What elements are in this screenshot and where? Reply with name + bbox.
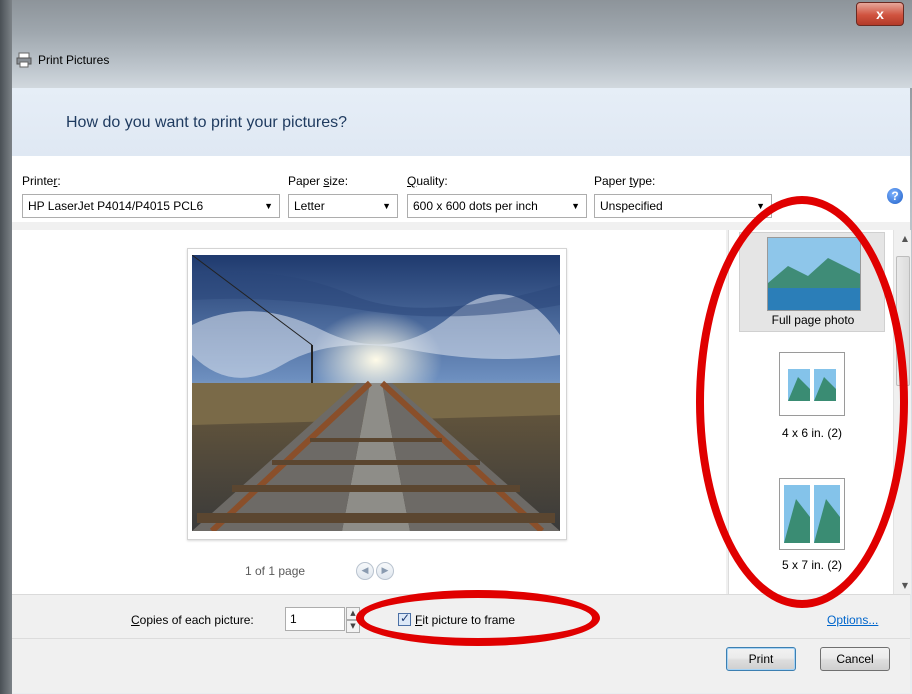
dropdown-arrow-icon: ▼ <box>264 201 273 211</box>
dialog-header: How do you want to print your pictures? <box>12 88 910 156</box>
paper-size-value: Letter <box>294 199 325 213</box>
paper-type-label: Paper type: <box>594 174 656 188</box>
layout-label: 4 x 6 in. (2) <box>781 426 843 440</box>
close-button[interactable]: x <box>856 2 904 26</box>
options-link[interactable]: Options... <box>827 613 878 627</box>
previous-page-button[interactable]: ◀ <box>356 562 374 580</box>
print-settings-bar: Printer: HP LaserJet P4014/P4015 PCL6 ▼ … <box>12 156 910 222</box>
printer-select[interactable]: HP LaserJet P4014/P4015 PCL6 ▼ <box>22 194 280 218</box>
scroll-down-icon[interactable]: ▼ <box>902 581 908 590</box>
copies-input[interactable]: 1 <box>285 607 345 631</box>
paper-size-label: Paper size: <box>288 174 349 188</box>
paper-type-select[interactable]: Unspecified ▼ <box>594 194 772 218</box>
print-button[interactable]: Print <box>726 647 796 671</box>
preview-page <box>187 248 567 540</box>
dropdown-arrow-icon: ▼ <box>382 201 391 211</box>
printer-icon <box>16 52 32 68</box>
layout-5x7[interactable]: 5 x 7 in. (2) <box>739 474 885 590</box>
printer-value: HP LaserJet P4014/P4015 PCL6 <box>28 199 204 213</box>
spinner-down-icon[interactable]: ▼ <box>346 620 360 633</box>
fit-to-frame-checkbox[interactable] <box>398 611 411 626</box>
close-icon: x <box>876 6 884 22</box>
layout-full-page-photo[interactable]: Full page photo <box>739 232 885 332</box>
paper-size-select[interactable]: Letter ▼ <box>288 194 398 218</box>
paper-type-value: Unspecified <box>600 199 663 213</box>
window-title: Print Pictures <box>38 53 110 67</box>
next-page-button[interactable]: ▶ <box>376 562 394 580</box>
layout-thumbnail <box>767 237 861 311</box>
copies-spinner[interactable]: ▲ ▼ <box>346 607 360 633</box>
quality-select[interactable]: 600 x 600 dots per inch ▼ <box>407 194 587 218</box>
title-bar: Print Pictures x <box>0 0 912 88</box>
next-page-icon: ▶ <box>381 566 389 576</box>
layout-scrollbar[interactable]: ▲ ▼ <box>893 230 911 594</box>
page-count: 1 of 1 page <box>245 564 306 578</box>
quality-value: 600 x 600 dots per inch <box>413 199 538 213</box>
previous-page-icon: ◀ <box>361 566 369 576</box>
help-icon[interactable]: ? <box>887 188 903 204</box>
printer-label: Printer: <box>22 174 61 188</box>
scroll-up-icon[interactable]: ▲ <box>902 234 908 243</box>
dialog-footer: Print Cancel <box>12 638 910 693</box>
scrollbar-thumb[interactable] <box>896 256 910 386</box>
layout-4x6[interactable]: 4 x 6 in. (2) <box>739 348 885 458</box>
page-title: How do you want to print your pictures? <box>66 114 348 131</box>
layout-label: 5 x 7 in. (2) <box>781 558 843 572</box>
layout-thumbnail <box>779 352 845 416</box>
dropdown-arrow-icon: ▼ <box>756 201 765 211</box>
window-left-edge <box>0 0 12 694</box>
fit-to-frame-label[interactable]: Fit picture to frame <box>415 613 515 627</box>
cancel-button[interactable]: Cancel <box>820 647 890 671</box>
spinner-up-icon[interactable]: ▲ <box>346 607 360 620</box>
dropdown-arrow-icon: ▼ <box>571 201 580 211</box>
dialog-body: How do you want to print your pictures? … <box>12 88 911 693</box>
copies-label: Copies of each picture: <box>131 613 254 627</box>
layout-label: Full page photo <box>771 313 855 327</box>
layout-thumbnail <box>779 478 845 550</box>
print-options-row: Copies of each picture: 1 ▲ ▼ Fit pictur… <box>12 594 910 639</box>
print-preview-area: 1 of 1 page ◀ ▶ <box>12 230 726 594</box>
preview-photo <box>192 255 560 531</box>
quality-label: Quality: <box>407 174 448 188</box>
layout-list: Full page photo 4 x 6 in. (2) 5 x 7 in. … <box>728 230 911 594</box>
